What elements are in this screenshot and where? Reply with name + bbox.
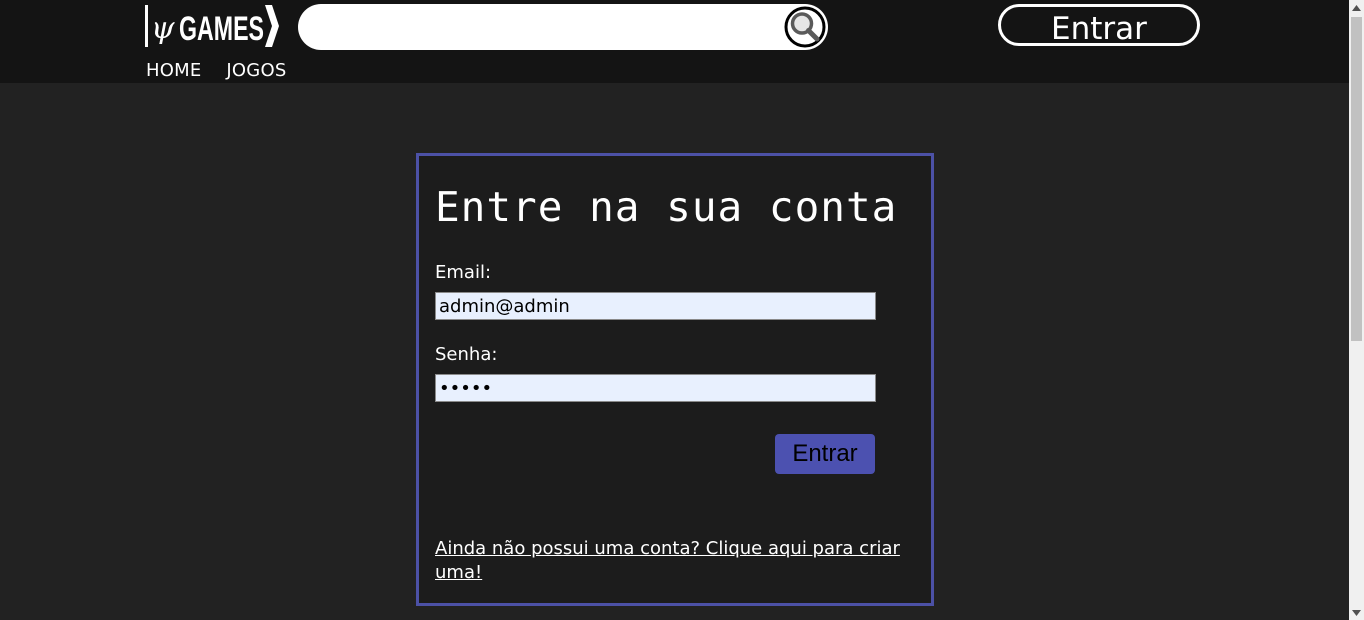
signup-link[interactable]: Ainda não possui uma conta? Clique aqui …	[435, 537, 905, 585]
logo-psi: ψ	[151, 11, 175, 46]
search-icon	[784, 6, 826, 48]
psi-games-logo-icon: ψ GAMES	[145, 5, 279, 48]
login-title: Entre na sua conta	[435, 183, 898, 231]
site-header: ψ GAMES Entrar HOME JOGOS	[0, 0, 1349, 83]
email-label: Email:	[435, 262, 492, 283]
search-input[interactable]	[318, 12, 782, 44]
password-label: Senha:	[435, 344, 498, 365]
page: ψ GAMES Entrar HOME JOGOS Entre na sua c…	[0, 0, 1364, 620]
header-login-button[interactable]: Entrar	[998, 4, 1200, 47]
main-nav: HOME JOGOS	[146, 60, 286, 82]
scroll-up-arrow-icon[interactable]	[1349, 0, 1364, 15]
password-field[interactable]	[435, 374, 876, 402]
site-logo[interactable]: ψ GAMES	[145, 4, 279, 48]
scroll-down-arrow-icon[interactable]	[1349, 605, 1364, 620]
scroll-thumb[interactable]	[1351, 17, 1362, 341]
login-card: Entre na sua conta Email: Senha: Entrar …	[416, 153, 934, 606]
email-field[interactable]	[435, 292, 876, 320]
nav-jogos[interactable]: JOGOS	[226, 60, 286, 82]
login-submit-button[interactable]: Entrar	[775, 434, 875, 474]
search-bar	[298, 4, 828, 50]
search-button[interactable]	[784, 6, 826, 48]
nav-home[interactable]: HOME	[146, 60, 201, 82]
logo-games: GAMES	[179, 10, 264, 48]
vertical-scrollbar[interactable]	[1349, 0, 1364, 620]
